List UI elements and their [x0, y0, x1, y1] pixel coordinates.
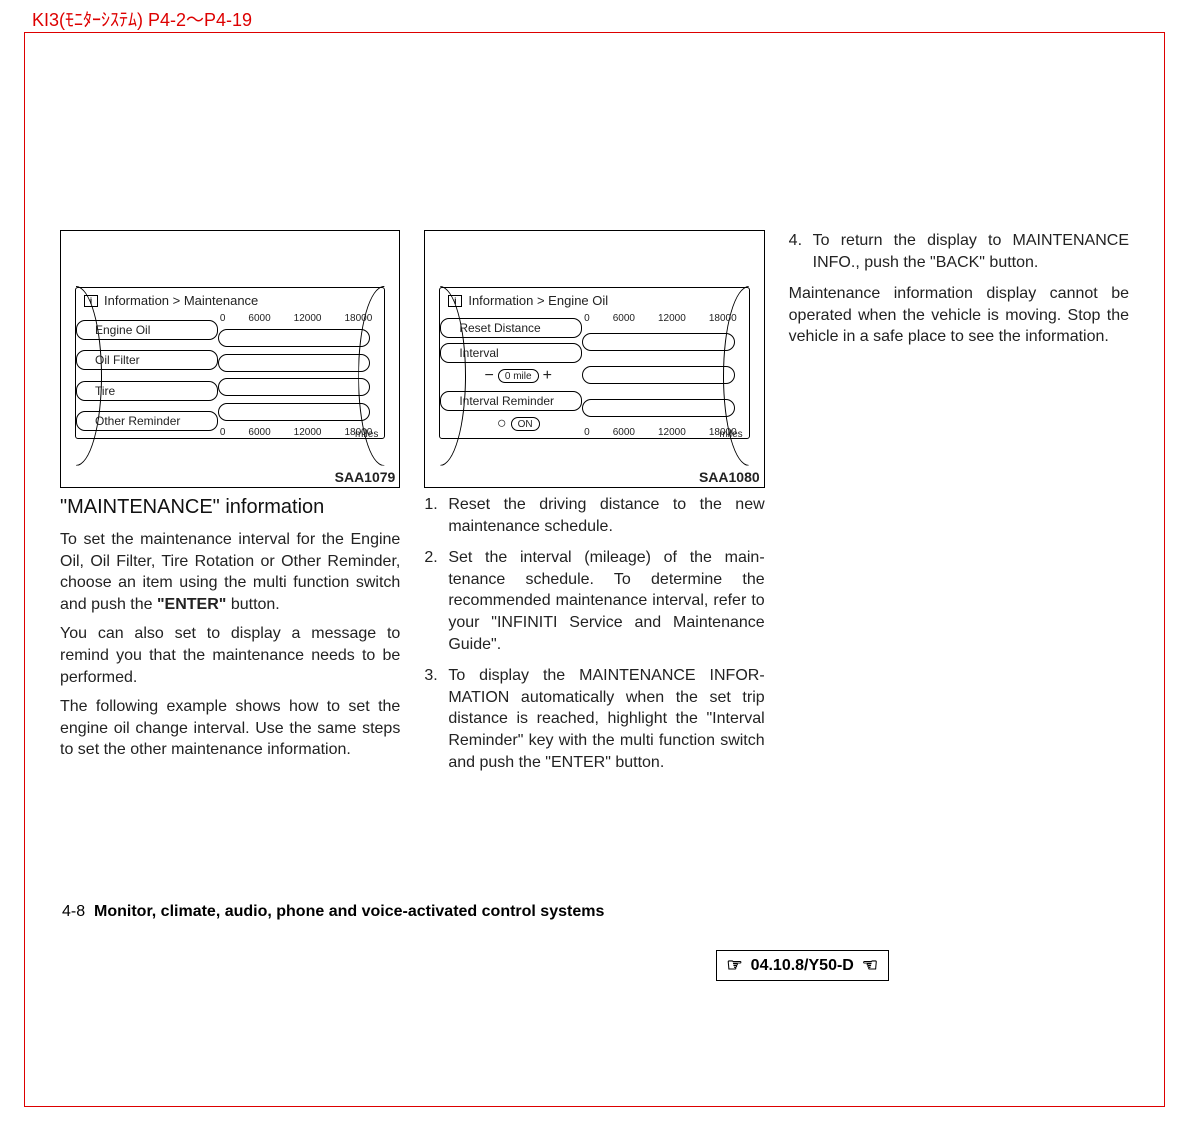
steps-list-continued: To return the display to MAINTENANCE INF…: [789, 230, 1129, 273]
column-2: i Information > Engine Oil Reset Distanc…: [424, 230, 764, 783]
hand-right-icon: ☞: [727, 955, 743, 976]
para-3: The following example shows how to set t…: [60, 696, 400, 761]
info-icon: i: [448, 295, 462, 307]
main-content: i Information > Maintenance Engine Oil O…: [60, 230, 1129, 783]
menu-interval-reminder[interactable]: Interval Reminder: [440, 391, 582, 411]
steps-list: Reset the driving distance to the new ma…: [424, 494, 764, 773]
bar-1: [218, 329, 371, 347]
page-footer: 4-8 Monitor, climate, audio, phone and v…: [62, 903, 604, 921]
menu-other-reminder[interactable]: Other Reminder: [76, 411, 218, 431]
illustration-id: SAA1079: [335, 469, 396, 485]
step-1: Reset the driving distance to the new ma…: [424, 494, 764, 537]
illustration-id: SAA1080: [699, 469, 760, 485]
note-paragraph: Maintenance information display cannot b…: [789, 283, 1129, 348]
menu-tire[interactable]: Tire: [76, 381, 218, 401]
illustration-2: i Information > Engine Oil Reset Distanc…: [424, 230, 764, 488]
hand-left-icon: ☜: [862, 955, 878, 976]
scale-top: 0 6000 12000 18000: [218, 313, 385, 324]
bar-2: [582, 366, 735, 384]
column-3: To return the display to MAINTENANCE INF…: [789, 230, 1129, 783]
para-1: To set the maintenance interval for the …: [60, 529, 400, 615]
menu-interval[interactable]: Interval: [440, 343, 582, 363]
step-3: To display the MAINTENANCE INFOR­MATION …: [424, 665, 764, 773]
bar-2: [218, 354, 371, 372]
radio-icon: ○: [497, 415, 507, 433]
section-title: Monitor, climate, audio, phone and voice…: [94, 903, 604, 920]
menu-reset-distance[interactable]: Reset Distance: [440, 318, 582, 338]
bar-1: [582, 333, 735, 351]
page-number: 4-8: [62, 903, 85, 920]
menu-engine-oil[interactable]: Engine Oil: [76, 320, 218, 340]
miles-label: miles: [719, 429, 742, 440]
menu-oil-filter[interactable]: Oil Filter: [76, 350, 218, 370]
screen-engine-oil: i Information > Engine Oil Reset Distanc…: [439, 287, 749, 439]
crop-mark-header: KI3(ﾓﾆﾀｰｼｽﾃﾑ) P4-2～P4-19: [0, 0, 1189, 32]
step-4: To return the display to MAINTENANCE INF…: [789, 230, 1129, 273]
date-stamp: ☞ 04.10.8/Y50-D ☜: [716, 950, 889, 981]
breadcrumb: Information > Maintenance: [104, 293, 258, 308]
section-heading: "MAINTENANCE" information: [60, 496, 400, 519]
minus-icon[interactable]: −: [485, 367, 494, 385]
breadcrumb: Information > Engine Oil: [468, 293, 608, 308]
info-icon: i: [84, 295, 98, 307]
date-stamp-text: 04.10.8/Y50-D: [751, 957, 854, 975]
bar-4: [218, 403, 371, 421]
bar-3: [582, 399, 735, 417]
bar-3: [218, 378, 371, 396]
scale-top: 0 6000 12000 18000: [582, 313, 749, 324]
miles-label: miles: [355, 429, 378, 440]
on-button[interactable]: ON: [511, 417, 540, 431]
step-2: Set the interval (mileage) of the main­t…: [424, 547, 764, 655]
plus-icon[interactable]: +: [543, 367, 552, 385]
illustration-1: i Information > Maintenance Engine Oil O…: [60, 230, 400, 488]
para-2: You can also set to display a message to…: [60, 623, 400, 688]
screen-title: i Information > Maintenance: [76, 288, 384, 313]
column-1: i Information > Maintenance Engine Oil O…: [60, 230, 400, 783]
screen-title: i Information > Engine Oil: [440, 288, 748, 313]
interval-value-button[interactable]: 0 mile: [498, 369, 539, 383]
screen-maintenance: i Information > Maintenance Engine Oil O…: [75, 287, 385, 439]
